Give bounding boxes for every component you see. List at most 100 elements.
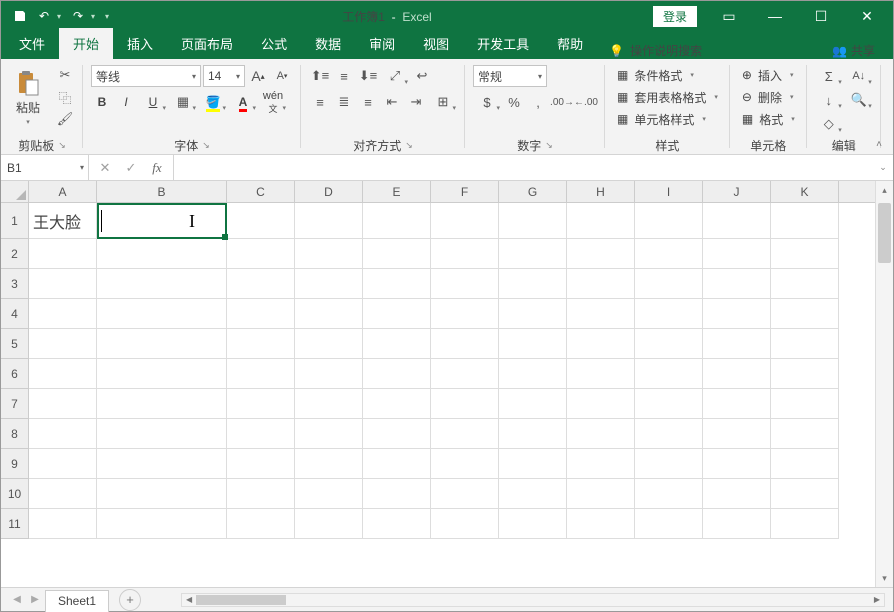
vertical-scrollbar[interactable]: ▴ ▾	[875, 181, 893, 587]
tab-file[interactable]: 文件	[5, 28, 59, 59]
cell[interactable]	[363, 239, 431, 269]
redo-dropdown[interactable]: ▾	[91, 12, 99, 21]
column-header[interactable]: H	[567, 181, 635, 202]
cell[interactable]	[97, 269, 227, 299]
decrease-indent-icon[interactable]: ⇤	[381, 91, 403, 113]
decrease-font-icon[interactable]: A▾	[271, 65, 293, 87]
accounting-format-icon[interactable]: $	[473, 91, 501, 113]
increase-decimal-icon[interactable]: .00→	[551, 91, 573, 113]
tab-home[interactable]: 开始	[59, 28, 113, 59]
cell[interactable]	[567, 299, 635, 329]
cell[interactable]	[363, 509, 431, 539]
cell[interactable]	[567, 203, 635, 239]
row-header[interactable]: 11	[1, 509, 29, 539]
add-sheet-button[interactable]: +	[119, 589, 141, 611]
cell[interactable]	[431, 449, 499, 479]
tell-me-search[interactable]: 💡操作说明搜索	[597, 42, 714, 59]
cell[interactable]	[567, 419, 635, 449]
cell[interactable]	[567, 269, 635, 299]
cell[interactable]	[363, 449, 431, 479]
cell[interactable]	[29, 359, 97, 389]
phonetic-button[interactable]: wén文	[259, 91, 287, 113]
cell[interactable]: 王大脸	[29, 203, 97, 239]
cell[interactable]	[431, 419, 499, 449]
paste-button[interactable]: 粘贴 ▾	[7, 63, 49, 131]
cell[interactable]	[499, 269, 567, 299]
cell[interactable]	[29, 239, 97, 269]
close-icon[interactable]: ✕	[845, 1, 889, 31]
cell[interactable]	[567, 359, 635, 389]
undo-icon[interactable]: ↶	[33, 5, 55, 27]
orientation-icon[interactable]: ⤢	[381, 65, 409, 87]
row-header[interactable]: 6	[1, 359, 29, 389]
sheet-nav-prev-icon[interactable]: ◀	[9, 594, 25, 605]
cell[interactable]	[29, 419, 97, 449]
scroll-right-icon[interactable]: ▶	[870, 594, 884, 606]
row-header[interactable]: 5	[1, 329, 29, 359]
name-box[interactable]: ▾	[1, 155, 89, 180]
cell[interactable]	[29, 389, 97, 419]
cell[interactable]	[363, 269, 431, 299]
fill-color-button[interactable]: 🪣	[199, 91, 227, 113]
cell[interactable]	[703, 419, 771, 449]
cell[interactable]	[227, 509, 295, 539]
login-button[interactable]: 登录	[653, 6, 697, 27]
number-dialog-icon[interactable]: ↘	[545, 140, 553, 151]
cell[interactable]	[567, 239, 635, 269]
cell[interactable]	[771, 203, 839, 239]
cell[interactable]	[29, 299, 97, 329]
cell[interactable]	[363, 389, 431, 419]
column-header[interactable]: K	[771, 181, 839, 202]
cell[interactable]	[227, 269, 295, 299]
cell[interactable]	[703, 509, 771, 539]
comma-format-icon[interactable]: ,	[527, 91, 549, 113]
cell[interactable]	[227, 359, 295, 389]
cell[interactable]	[703, 449, 771, 479]
row-header[interactable]: 4	[1, 299, 29, 329]
tab-insert[interactable]: 插入	[113, 28, 167, 59]
cell[interactable]	[499, 479, 567, 509]
cell[interactable]	[295, 389, 363, 419]
cell[interactable]	[635, 203, 703, 239]
cell[interactable]	[635, 329, 703, 359]
cell[interactable]	[97, 203, 227, 239]
tab-data[interactable]: 数据	[301, 28, 355, 59]
sheet-nav-next-icon[interactable]: ▶	[27, 594, 43, 605]
cell[interactable]	[431, 479, 499, 509]
cell[interactable]	[635, 479, 703, 509]
cell[interactable]	[97, 329, 227, 359]
row-header[interactable]: 8	[1, 419, 29, 449]
cell[interactable]	[295, 329, 363, 359]
row-header[interactable]: 10	[1, 479, 29, 509]
align-bottom-icon[interactable]: ⬇≡	[357, 65, 379, 87]
cell[interactable]	[97, 509, 227, 539]
expand-formula-bar-icon[interactable]: ⌄	[873, 162, 893, 173]
cell[interactable]	[97, 389, 227, 419]
align-right-icon[interactable]: ≡	[357, 91, 379, 113]
share-button[interactable]: 👥共享	[818, 42, 889, 59]
find-select-icon[interactable]: 🔍	[845, 89, 873, 111]
sort-filter-icon[interactable]: A↓	[845, 65, 873, 87]
hscroll-thumb[interactable]	[196, 595, 286, 605]
number-format-select[interactable]: 常规▾	[473, 65, 547, 87]
cell[interactable]	[29, 449, 97, 479]
name-box-dropdown[interactable]: ▾	[80, 163, 88, 172]
cell[interactable]	[635, 299, 703, 329]
tab-review[interactable]: 审阅	[355, 28, 409, 59]
cell[interactable]	[363, 419, 431, 449]
cell[interactable]	[567, 389, 635, 419]
format-cells-button[interactable]: ▦格式▾	[738, 109, 799, 129]
cell[interactable]	[29, 509, 97, 539]
cell[interactable]	[499, 449, 567, 479]
percent-format-icon[interactable]: %	[503, 91, 525, 113]
cell[interactable]	[363, 479, 431, 509]
cell[interactable]	[771, 359, 839, 389]
delete-cells-button[interactable]: ⊖删除▾	[738, 87, 799, 107]
cell[interactable]	[635, 419, 703, 449]
cell[interactable]	[703, 329, 771, 359]
cell[interactable]	[295, 203, 363, 239]
row-header[interactable]: 1	[1, 203, 29, 239]
font-name-select[interactable]: 等线▾	[91, 65, 201, 87]
cell[interactable]	[499, 203, 567, 239]
alignment-dialog-icon[interactable]: ↘	[405, 140, 413, 151]
